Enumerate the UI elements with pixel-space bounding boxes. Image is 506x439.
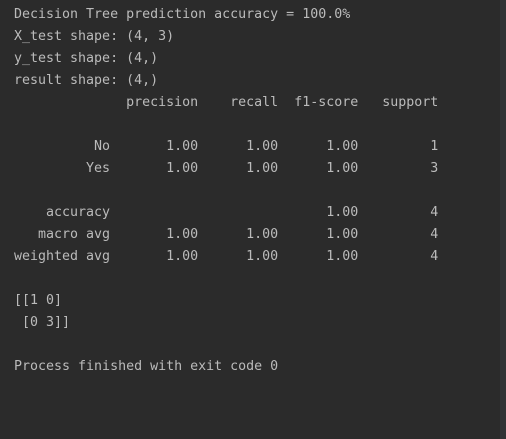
confusion-matrix-row-2: [0 3]] (14, 315, 71, 330)
console-output[interactable]: Decision Tree prediction accuracy = 100.… (0, 0, 500, 439)
vertical-scrollbar[interactable] (500, 0, 506, 439)
y-test-shape-line: y_test shape: (4,) (14, 51, 159, 66)
accuracy-line: Decision Tree prediction accuracy = 100.… (14, 7, 351, 22)
confusion-matrix-row-1: [[1 0] (14, 293, 63, 308)
report-row-weighted-avg: weighted avg 1.00 1.00 1.00 4 (14, 249, 439, 264)
process-exit-line: Process finished with exit code 0 (14, 359, 279, 374)
report-header-line: precision recall f1-score support (14, 95, 439, 110)
report-row-yes: Yes 1.00 1.00 1.00 3 (14, 161, 439, 176)
report-row-macro-avg: macro avg 1.00 1.00 1.00 4 (14, 227, 439, 242)
report-row-no: No 1.00 1.00 1.00 1 (14, 139, 439, 154)
result-shape-line: result shape: (4,) (14, 73, 159, 88)
report-row-accuracy: accuracy 1.00 4 (14, 205, 439, 220)
x-test-shape-line: X_test shape: (4, 3) (14, 29, 175, 44)
